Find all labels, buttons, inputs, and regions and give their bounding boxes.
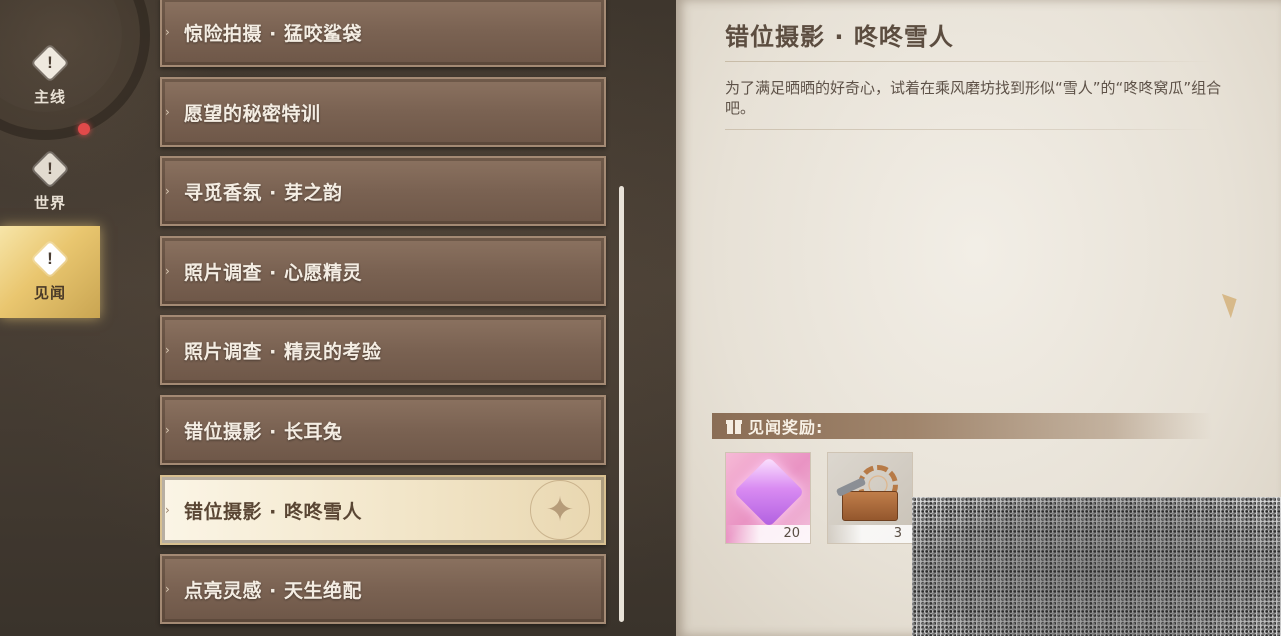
obscured-region — [912, 497, 1281, 636]
chevron-right-icon: › — [165, 264, 170, 278]
quest-list-item[interactable]: › 照片调查 · 心愿精灵 — [160, 236, 606, 306]
notification-dot — [78, 123, 90, 135]
chevron-right-icon: › — [165, 343, 170, 357]
quest-label: 照片调查 · 精灵的考验 — [184, 340, 382, 363]
quest-detail-title: 错位摄影 · 咚咚雪人 — [725, 23, 954, 51]
quest-label: 惊险拍摄 · 猛咬鲨袋 — [184, 22, 362, 45]
nav-item-label: 世界 — [33, 193, 66, 212]
quest-list-scrollbar[interactable] — [619, 186, 624, 622]
game-screen: ! 主线 ! 世界 ! 见闻 › 惊险拍摄 · 猛咬鲨袋 › 愿望的秘密特训 ›… — [0, 0, 1281, 636]
chevron-right-icon: › — [165, 184, 170, 198]
quest-label: 点亮灵感 · 天生绝配 — [184, 579, 362, 602]
quest-list: › 惊险拍摄 · 猛咬鲨袋 › 愿望的秘密特训 › 寻觅香氛 · 芽之韵 › 照… — [160, 0, 610, 636]
reward-header-label: 见闻奖励: — [748, 418, 824, 437]
exclamation-diamond-icon: ! — [33, 241, 67, 276]
quest-list-item-selected[interactable]: › 错位摄影 · 咚咚雪人 ✦ — [160, 475, 606, 545]
compass-decoration-icon: ✦ — [530, 480, 590, 540]
quest-label: 错位摄影 · 长耳兔 — [184, 420, 343, 443]
quest-list-item[interactable]: › 寻觅香氛 · 芽之韵 — [160, 156, 606, 226]
nav-item-world[interactable]: ! 世界 — [0, 136, 100, 228]
quest-list-item[interactable]: › 照片调查 · 精灵的考验 — [160, 315, 606, 385]
exclamation-diamond-icon: ! — [33, 151, 67, 186]
chevron-right-icon: › — [165, 25, 170, 39]
nav-item-label: 见闻 — [33, 283, 66, 302]
nav-item-label: 主线 — [33, 87, 66, 106]
chevron-right-icon: › — [165, 503, 170, 517]
quest-label: 错位摄影 · 咚咚雪人 — [184, 500, 362, 523]
quest-description: 为了满足晒晒的好奇心，试着在乘风磨坊找到形似“雪人”的“咚咚窝瓜”组合吧。 — [725, 79, 1222, 117]
quest-label: 愿望的秘密特训 — [184, 102, 321, 125]
divider — [725, 61, 1213, 62]
quest-label: 照片调查 · 心愿精灵 — [184, 261, 362, 284]
reward-quantity: 3 — [828, 525, 912, 543]
reward-item-toolbox[interactable]: 3 — [827, 452, 913, 544]
reward-item-crystal[interactable]: 20 — [725, 452, 811, 544]
quest-list-item[interactable]: › 错位摄影 · 长耳兔 — [160, 395, 606, 465]
reward-quantity: 20 — [726, 525, 810, 543]
reward-header: 见闻奖励: — [712, 413, 1212, 439]
quest-label: 寻觅香氛 · 芽之韵 — [184, 181, 343, 204]
quest-list-item[interactable]: › 惊险拍摄 · 猛咬鲨袋 — [160, 0, 606, 67]
divider — [725, 129, 1213, 130]
pink-crystal-icon — [733, 456, 805, 528]
toolbox-icon — [842, 491, 898, 521]
nav-item-main-quest[interactable]: ! 主线 — [0, 30, 100, 122]
gift-icon — [726, 418, 742, 434]
category-nav: ! 主线 ! 世界 ! 见闻 — [0, 0, 102, 636]
exclamation-diamond-icon: ! — [33, 45, 67, 80]
quest-list-item[interactable]: › 愿望的秘密特训 — [160, 77, 606, 147]
chevron-right-icon: › — [165, 582, 170, 596]
chevron-right-icon: › — [165, 423, 170, 437]
chevron-right-icon: › — [165, 105, 170, 119]
nav-item-encounters[interactable]: ! 见闻 — [0, 226, 100, 318]
quest-list-item[interactable]: › 点亮灵感 · 天生绝配 — [160, 554, 606, 624]
